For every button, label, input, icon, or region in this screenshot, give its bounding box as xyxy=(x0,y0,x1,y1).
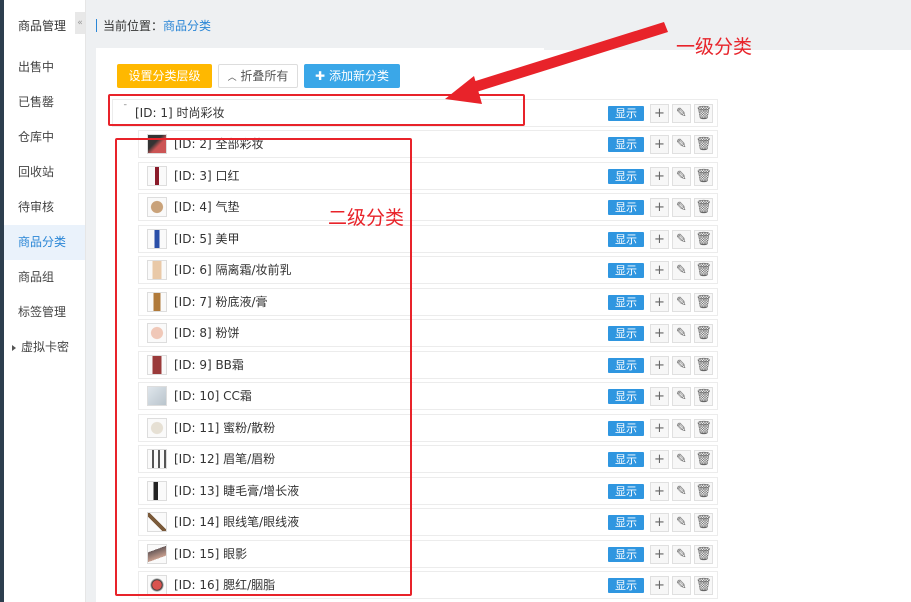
annotation-arrow xyxy=(445,22,668,104)
